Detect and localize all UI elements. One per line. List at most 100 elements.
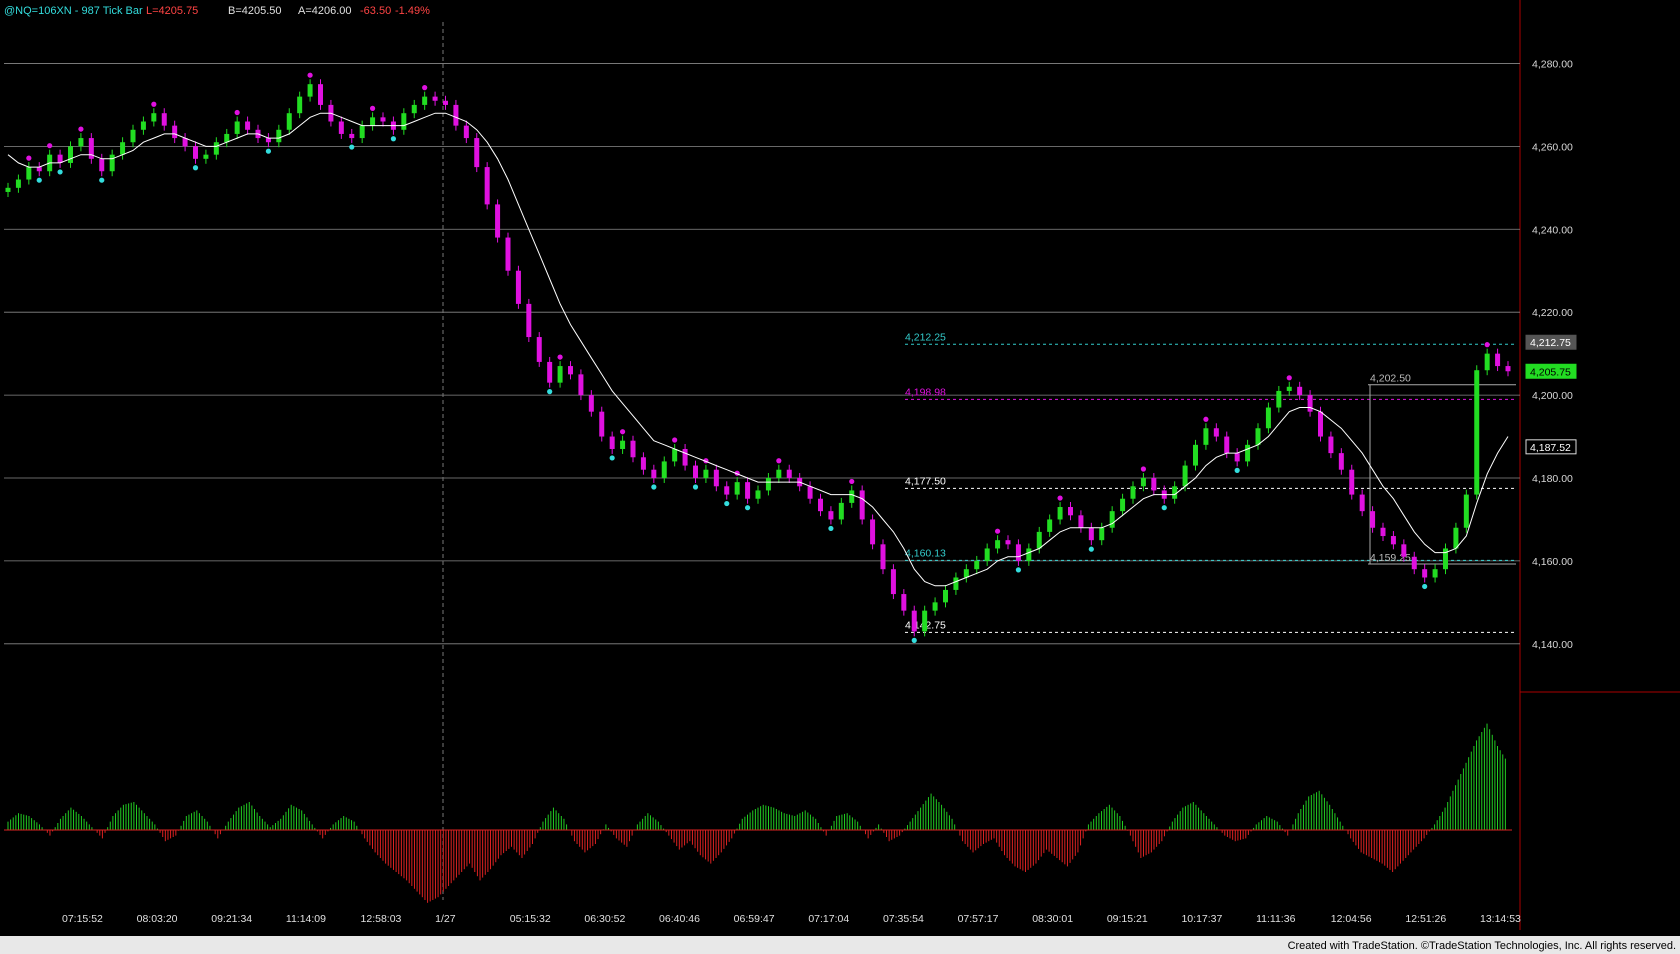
swing-high-dot bbox=[1484, 342, 1490, 348]
price-bar bbox=[724, 486, 730, 495]
price-bar bbox=[36, 167, 42, 172]
price-bar bbox=[526, 303, 532, 338]
price-bar bbox=[1057, 507, 1063, 520]
swing-low-dot bbox=[390, 136, 397, 142]
price-bar bbox=[1380, 527, 1386, 537]
price-bar bbox=[297, 96, 303, 114]
price-bar bbox=[536, 337, 542, 362]
level-label: 4,177.50 bbox=[905, 475, 946, 487]
swing-label: 4,202.50 bbox=[1370, 373, 1411, 385]
swing-low-dot bbox=[1422, 583, 1428, 590]
time-tick-label: 08:03:20 bbox=[137, 913, 178, 925]
price-bar bbox=[338, 121, 344, 134]
swing-high-dot bbox=[369, 105, 376, 111]
price-bar bbox=[1422, 569, 1428, 578]
price-bar bbox=[880, 544, 886, 570]
price-bar bbox=[1286, 386, 1292, 391]
y-tick-label: 4,260.00 bbox=[1532, 141, 1573, 153]
price-bar bbox=[818, 498, 823, 512]
price-bar bbox=[422, 96, 428, 105]
price-bar bbox=[1193, 444, 1198, 466]
price-bar bbox=[515, 270, 521, 304]
price-bar bbox=[1265, 407, 1271, 429]
price-bar bbox=[161, 113, 167, 126]
price-bar bbox=[1078, 515, 1084, 528]
swing-high-dot bbox=[1203, 416, 1209, 422]
swing-low-dot bbox=[724, 500, 730, 507]
price-bar bbox=[943, 589, 948, 603]
price-bar bbox=[911, 610, 917, 632]
price-bar bbox=[1120, 498, 1126, 512]
swing-high-dot bbox=[422, 85, 428, 91]
price-bar bbox=[370, 117, 376, 126]
swing-high-dot bbox=[151, 101, 157, 107]
price-bar bbox=[505, 237, 511, 271]
price-bar bbox=[1474, 370, 1480, 495]
level-label: 4,212.25 bbox=[905, 331, 946, 343]
price-bar bbox=[609, 436, 615, 449]
swing-high-dot bbox=[1286, 375, 1292, 381]
price-bar bbox=[1255, 428, 1261, 445]
footer-credit: Created with TradeStation. ©TradeStation… bbox=[1287, 940, 1676, 952]
swing-low-dot bbox=[1088, 546, 1094, 552]
swing-low-dot bbox=[911, 637, 917, 643]
price-bar bbox=[5, 187, 11, 192]
price-bar bbox=[963, 569, 969, 578]
price-bar bbox=[1328, 436, 1334, 454]
price-bar bbox=[213, 142, 219, 155]
price-bar bbox=[1495, 353, 1501, 367]
price-bar bbox=[745, 482, 751, 499]
swing-high-dot bbox=[557, 354, 563, 360]
time-tick-label: 06:30:52 bbox=[584, 913, 625, 925]
price-bar bbox=[380, 117, 386, 122]
ask-price: A=4206.00 bbox=[298, 5, 352, 17]
last-price: L=4205.75 bbox=[146, 5, 198, 17]
swing-low-dot bbox=[828, 525, 834, 532]
price-bar bbox=[786, 469, 792, 478]
price-bar bbox=[713, 469, 719, 487]
price-bar bbox=[1026, 548, 1032, 561]
price-bar bbox=[1140, 478, 1146, 487]
y-tick-label: 4,200.00 bbox=[1532, 390, 1573, 402]
price-bar bbox=[568, 366, 573, 375]
y-tick-label: 4,160.00 bbox=[1532, 556, 1573, 568]
swing-low-dot bbox=[349, 144, 355, 150]
swing-low-dot bbox=[57, 169, 63, 175]
price-bar bbox=[693, 465, 698, 478]
price-bar bbox=[995, 540, 1001, 549]
swing-low-dot bbox=[609, 455, 615, 461]
price-bar bbox=[276, 129, 282, 143]
price-bar bbox=[578, 374, 584, 396]
price-bar bbox=[651, 469, 657, 478]
swing-high-dot bbox=[47, 143, 53, 149]
swing-high-dot bbox=[994, 528, 1001, 534]
price-bar bbox=[1359, 494, 1365, 512]
price-bar bbox=[588, 395, 594, 412]
price-bar bbox=[984, 548, 990, 561]
price-bar bbox=[203, 154, 209, 159]
net-change: -63.50 bbox=[360, 5, 391, 17]
price-bar bbox=[359, 125, 365, 139]
price-bar bbox=[661, 461, 667, 478]
y-tick-label: 4,180.00 bbox=[1532, 473, 1573, 485]
price-bar bbox=[1276, 390, 1282, 408]
price-badge-label: 4,187.52 bbox=[1530, 442, 1571, 454]
price-bar bbox=[630, 440, 636, 458]
price-badge-label: 4,205.75 bbox=[1530, 366, 1571, 378]
y-tick-label: 4,140.00 bbox=[1532, 639, 1573, 651]
swing-low-dot bbox=[99, 177, 105, 183]
price-bar bbox=[234, 121, 240, 134]
price-bar bbox=[849, 490, 855, 503]
price-bar bbox=[870, 519, 876, 545]
swing-low-dot bbox=[1161, 505, 1167, 511]
time-tick-label: 08:30:01 bbox=[1032, 913, 1073, 925]
price-bar bbox=[224, 133, 230, 143]
price-bar bbox=[109, 154, 115, 172]
chart-canvas[interactable]: 4,212.254,198.984,177.504,160.134,142.75… bbox=[0, 0, 1680, 954]
price-bar bbox=[1172, 486, 1178, 499]
y-tick-label: 4,280.00 bbox=[1532, 58, 1573, 70]
bid-price: B=4205.50 bbox=[228, 5, 282, 17]
time-tick-label: 10:17:37 bbox=[1181, 913, 1222, 925]
price-bar bbox=[620, 440, 626, 449]
swing-high-dot bbox=[672, 437, 678, 443]
